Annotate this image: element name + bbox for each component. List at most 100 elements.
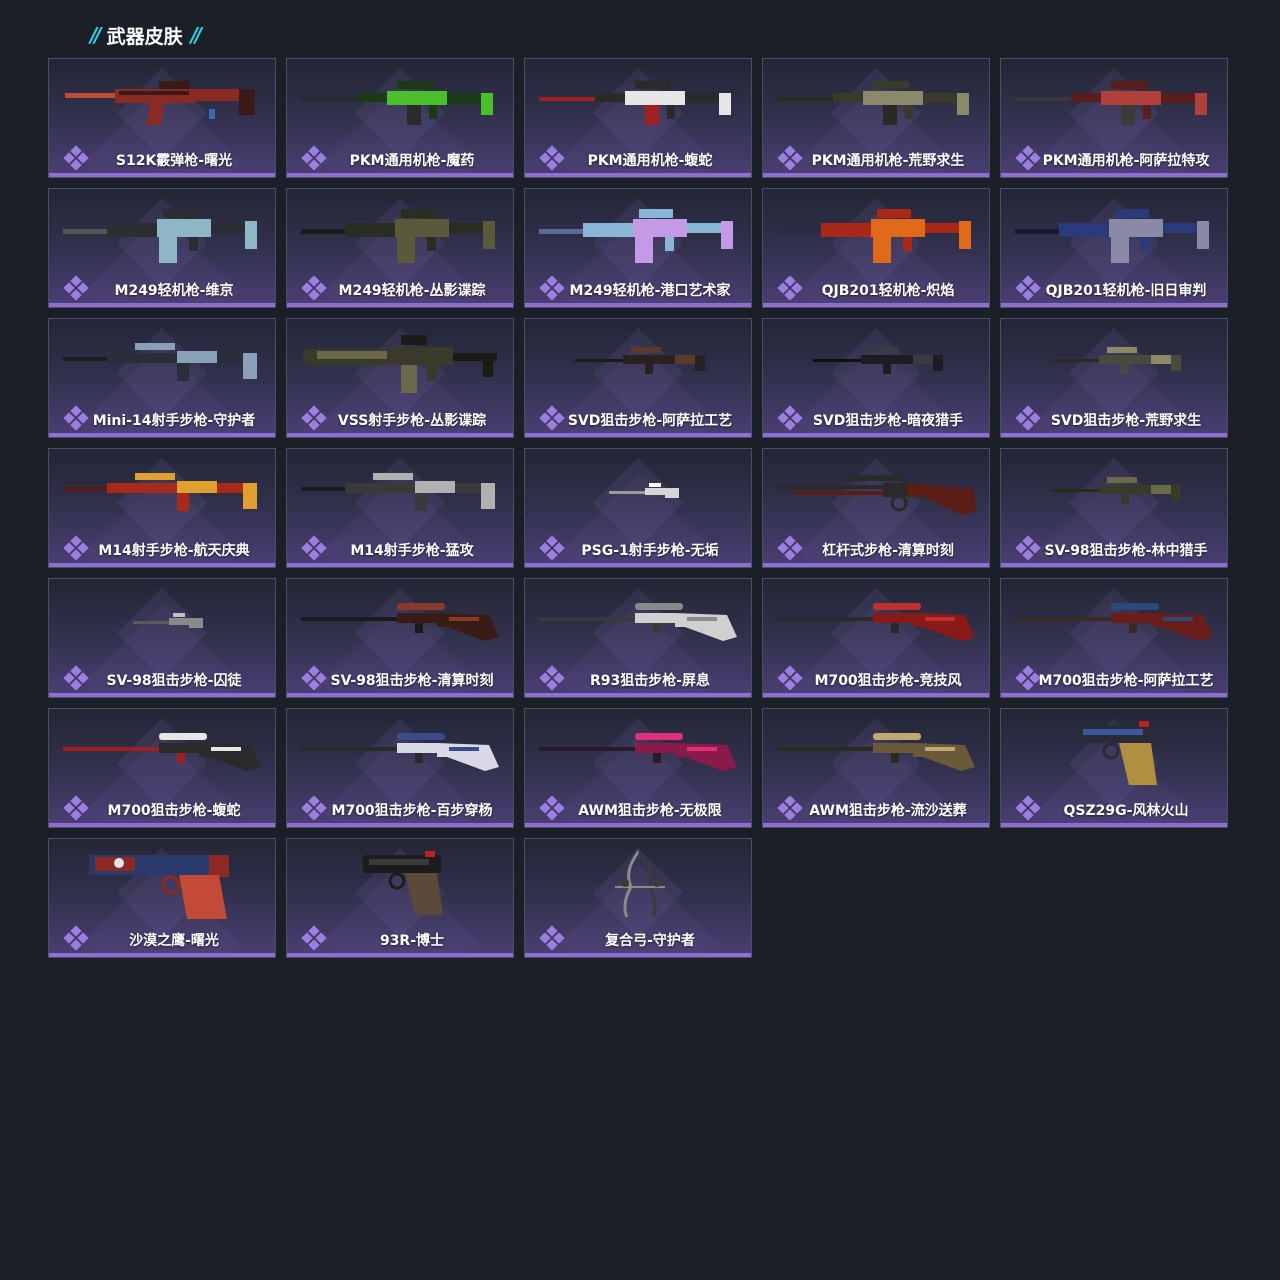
weapon-image-sniper <box>297 717 505 789</box>
skin-card[interactable]: PKM通用机枪-蝮蛇 <box>524 58 752 178</box>
skin-card[interactable]: M249轻机枪-丛影谍踪 <box>286 188 514 308</box>
skin-card[interactable]: M249轻机枪-维京 <box>48 188 276 308</box>
weapon-image-deagle <box>59 847 267 919</box>
skin-name: R93狙击步枪-屏息 <box>589 673 711 689</box>
skin-name: M249轻机枪-丛影谍踪 <box>338 283 486 299</box>
skin-name: SVD狙击步枪-荒野求生 <box>1050 413 1202 429</box>
section-header: // 武器皮肤 // <box>90 22 202 48</box>
skin-name: M249轻机枪-港口艺术家 <box>569 283 731 299</box>
weapon-image-lmg <box>1011 197 1219 269</box>
slash-decoration-right-icon: // <box>190 23 202 47</box>
skin-card[interactable]: 复合弓-守护者 <box>524 838 752 958</box>
weapon-image-lmg <box>535 197 743 269</box>
skin-card[interactable]: PKM通用机枪-阿萨拉特攻 <box>1000 58 1228 178</box>
skin-card[interactable]: M700狙击步枪-蝮蛇 <box>48 708 276 828</box>
skin-name: VSS射手步枪-丛影谍踪 <box>337 413 487 429</box>
skin-name: 93R-博士 <box>379 933 445 949</box>
skin-card[interactable]: SVD狙击步枪-荒野求生 <box>1000 318 1228 438</box>
skin-card[interactable]: M700狙击步枪-竞技风 <box>762 578 990 698</box>
section-title: 武器皮肤 <box>106 25 183 48</box>
skin-name: SV-98狙击步枪-林中猎手 <box>1044 543 1208 559</box>
skin-name: Mini-14射手步枪-守护者 <box>92 413 256 429</box>
weapon-image-lmg <box>773 197 981 269</box>
weapon-image-bow <box>535 847 743 919</box>
skin-name: PKM通用机枪-蝮蛇 <box>587 153 713 169</box>
weapon-skins-page: // 武器皮肤 // S12K霰弹枪-曙光 PKM通用机枪-魔药 PKM通用机枪… <box>0 0 1280 1280</box>
skin-card[interactable]: Mini-14射手步枪-守护者 <box>48 318 276 438</box>
skin-name: QSZ29G-风林火山 <box>1063 803 1189 819</box>
skin-name: AWM狙击步枪-无极限 <box>578 803 722 819</box>
weapon-image-sniper-small <box>535 327 743 399</box>
skin-name: M700狙击步枪-阿萨拉工艺 <box>1038 673 1214 689</box>
weapon-image-dmr <box>59 327 267 399</box>
skin-grid: S12K霰弹枪-曙光 PKM通用机枪-魔药 PKM通用机枪-蝮蛇 PKM通用机枪… <box>48 58 1228 958</box>
skin-card[interactable]: PKM通用机枪-魔药 <box>286 58 514 178</box>
skin-name: M14射手步枪-猛攻 <box>350 543 474 559</box>
skin-card[interactable]: SV-98狙击步枪-囚徒 <box>48 578 276 698</box>
skin-name: 杠杆式步枪-清算时刻 <box>822 543 954 559</box>
skin-card[interactable]: M700狙击步枪-百步穿杨 <box>286 708 514 828</box>
weapon-image-lmg <box>59 197 267 269</box>
slash-decoration-left-icon: // <box>90 23 101 47</box>
skin-card[interactable]: M14射手步枪-猛攻 <box>286 448 514 568</box>
skin-card[interactable]: PSG-1射手步枪-无垢 <box>524 448 752 568</box>
skin-card[interactable]: 93R-博士 <box>286 838 514 958</box>
weapon-image-shotgun <box>59 67 267 139</box>
weapon-image-sniper-small <box>1011 457 1219 529</box>
weapon-image-sniper <box>297 587 505 659</box>
skin-card[interactable]: AWM狙击步枪-无极限 <box>524 708 752 828</box>
skin-card[interactable]: PKM通用机枪-荒野求生 <box>762 58 990 178</box>
skin-name: PKM通用机枪-荒野求生 <box>811 153 965 169</box>
weapon-image-tiny <box>59 587 267 659</box>
skin-card[interactable]: QJB201轻机枪-旧日审判 <box>1000 188 1228 308</box>
skin-card[interactable]: M249轻机枪-港口艺术家 <box>524 188 752 308</box>
weapon-image-tiny <box>535 457 743 529</box>
weapon-image-lmg <box>297 197 505 269</box>
skin-card[interactable]: 杠杆式步枪-清算时刻 <box>762 448 990 568</box>
weapon-image-mg <box>297 67 505 139</box>
weapon-image-mg <box>1011 67 1219 139</box>
skin-card[interactable]: QJB201轻机枪-炽焰 <box>762 188 990 308</box>
weapon-image-sniper-small <box>773 327 981 399</box>
weapon-image-sniper <box>773 717 981 789</box>
skin-name: PSG-1射手步枪-无垢 <box>581 543 719 559</box>
skin-name: QJB201轻机枪-炽焰 <box>821 283 955 299</box>
weapon-image-sniper <box>59 717 267 789</box>
skin-name: SV-98狙击步枪-清算时刻 <box>330 673 494 689</box>
skin-name: M700狙击步枪-百步穿杨 <box>331 803 493 819</box>
weapon-image-sniper <box>535 587 743 659</box>
skin-name: SVD狙击步枪-暗夜猎手 <box>812 413 964 429</box>
skin-name: 复合弓-守护者 <box>605 933 695 949</box>
skin-name: SVD狙击步枪-阿萨拉工艺 <box>567 413 733 429</box>
weapon-image-sniper <box>773 587 981 659</box>
skin-name: SV-98狙击步枪-囚徒 <box>106 673 242 689</box>
skin-card[interactable]: S12K霰弹枪-曙光 <box>48 58 276 178</box>
skin-name: M249轻机枪-维京 <box>114 283 234 299</box>
skin-name: PKM通用机枪-阿萨拉特攻 <box>1042 153 1210 169</box>
skin-card[interactable]: QSZ29G-风林火山 <box>1000 708 1228 828</box>
weapon-image-dmr <box>59 457 267 529</box>
skin-card[interactable]: R93狙击步枪-屏息 <box>524 578 752 698</box>
skin-card[interactable]: M14射手步枪-航天庆典 <box>48 448 276 568</box>
skin-card[interactable]: AWM狙击步枪-流沙送葬 <box>762 708 990 828</box>
skin-card[interactable]: M700狙击步枪-阿萨拉工艺 <box>1000 578 1228 698</box>
weapon-image-mg <box>535 67 743 139</box>
skin-card[interactable]: VSS射手步枪-丛影谍踪 <box>286 318 514 438</box>
skin-name: QJB201轻机枪-旧日审判 <box>1045 283 1207 299</box>
weapon-image-sniper <box>535 717 743 789</box>
weapon-image-lever <box>773 457 981 529</box>
weapon-image-mg <box>773 67 981 139</box>
skin-card[interactable]: SVD狙击步枪-暗夜猎手 <box>762 318 990 438</box>
weapon-image-dmr <box>297 457 505 529</box>
skin-card[interactable]: SVD狙击步枪-阿萨拉工艺 <box>524 318 752 438</box>
skin-card[interactable]: SV-98狙击步枪-清算时刻 <box>286 578 514 698</box>
skin-name: PKM通用机枪-魔药 <box>349 153 475 169</box>
weapon-image-pistol <box>1011 717 1219 789</box>
weapon-image-sniper <box>1011 587 1219 659</box>
weapon-image-sniper-small <box>1011 327 1219 399</box>
skin-name: AWM狙击步枪-流沙送葬 <box>809 803 967 819</box>
skin-card[interactable]: 沙漠之鹰-曙光 <box>48 838 276 958</box>
skin-name: 沙漠之鹰-曙光 <box>129 933 219 949</box>
skin-card[interactable]: SV-98狙击步枪-林中猎手 <box>1000 448 1228 568</box>
weapon-image-vss <box>297 327 505 399</box>
